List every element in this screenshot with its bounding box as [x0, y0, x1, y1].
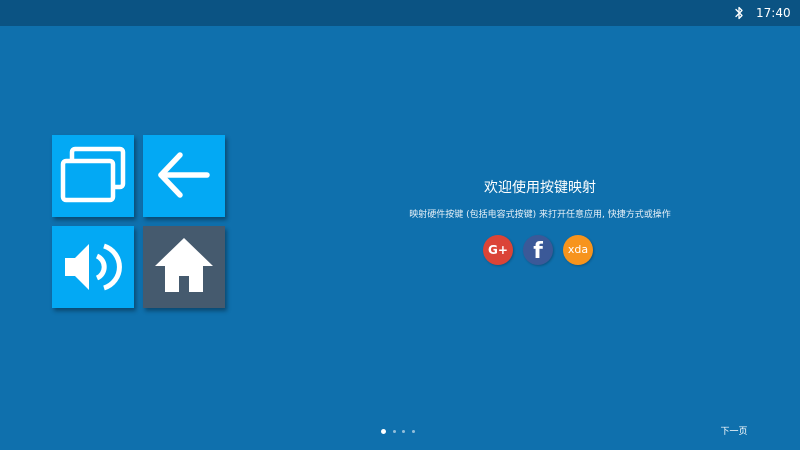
- welcome-panel: 欢迎使用按键映射 映射硬件按键 (包括电容式按键) 来打开任意应用, 快捷方式或…: [340, 178, 740, 221]
- welcome-title: 欢迎使用按键映射: [484, 180, 596, 196]
- status-bar: 17:40: [0, 0, 800, 26]
- xda-button[interactable]: xda: [563, 235, 593, 265]
- google-plus-button[interactable]: G+: [483, 235, 513, 265]
- welcome-subtitle: 映射硬件按键 (包括电容式按键) 来打开任意应用, 快捷方式或操作: [409, 210, 671, 220]
- google-plus-icon: G+: [488, 243, 508, 257]
- volume-tile[interactable]: [52, 226, 134, 308]
- xda-icon: xda: [567, 243, 589, 256]
- page-dot-4: [412, 430, 415, 433]
- recents-icon: [60, 146, 126, 203]
- volume-icon: [65, 243, 122, 291]
- page-dot-3: [402, 430, 405, 433]
- back-tile[interactable]: [143, 135, 225, 217]
- page-dot-2: [393, 430, 396, 433]
- recents-tile[interactable]: [52, 135, 134, 217]
- bluetooth-icon: [735, 6, 743, 20]
- status-clock: 17:40: [756, 6, 791, 20]
- home-icon: [155, 238, 213, 292]
- facebook-icon: f: [533, 239, 543, 264]
- page-dot-1: [381, 429, 386, 434]
- home-tile[interactable]: [143, 226, 225, 308]
- facebook-button[interactable]: f: [523, 235, 553, 265]
- next-page-button[interactable]: 下一页: [712, 424, 756, 440]
- back-arrow-icon: [158, 152, 210, 198]
